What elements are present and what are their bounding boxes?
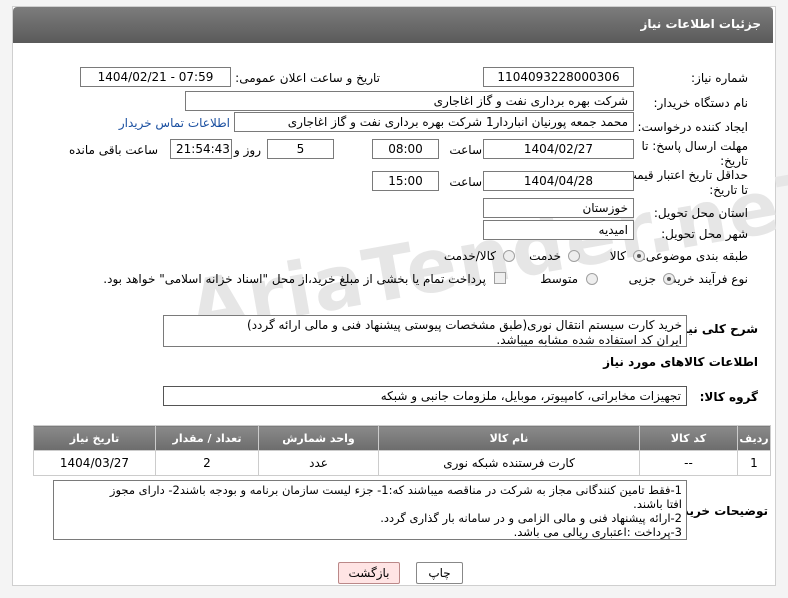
col-unit: واحد شمارش — [258, 425, 379, 451]
buyer-org-label: نام دستگاه خریدار: — [653, 96, 749, 110]
price-time-label: ساعت — [449, 175, 482, 189]
announce-date-label: تاریخ و ساعت اعلان عمومی: — [235, 71, 380, 85]
category-option-goods: کالا — [609, 249, 626, 263]
description-line-2: ایران کد استفاده شده مشابه میباشد. — [496, 333, 682, 347]
goods-table-header: ردیف کد کالا نام کالا واحد شمارش تعداد /… — [33, 425, 771, 451]
category-radio-service[interactable] — [568, 250, 580, 262]
buyer-notes-textarea[interactable]: 1-فقط تامین کنندگانی مجاز به شرکت در منا… — [53, 480, 687, 540]
reply-date-field: 1404/02/27 — [483, 139, 634, 159]
panel-title: جزئیات اطلاعات نیاز — [640, 17, 761, 31]
cell-quantity: 2 — [155, 450, 259, 476]
creator-label: ایجاد کننده درخواست: — [637, 120, 748, 134]
description-textarea[interactable]: خرید کارت سیستم انتقال نوری(طبق مشخصات پ… — [163, 315, 687, 347]
need-number-label: شماره نیاز: — [691, 71, 748, 85]
col-need-date: تاریخ نیاز — [33, 425, 156, 451]
buyer-notes-line-2: افتا باشند. — [633, 497, 682, 511]
buyer-org-field: شرکت بهره برداری نفت و گاز اغاجاری — [185, 91, 634, 111]
days-label: روز و — [234, 143, 261, 157]
cell-goods-code: -- — [639, 450, 738, 476]
price-time-field: 15:00 — [372, 171, 439, 191]
goods-table: ردیف کد کالا نام کالا واحد شمارش تعداد /… — [33, 425, 771, 476]
reply-time-field: 08:00 — [372, 139, 439, 159]
reply-deadline-label: مهلت ارسال پاسخ: تا تاریخ: — [641, 139, 748, 168]
creator-field: محمد جمعه پورنیان انباردار1 شرکت بهره بر… — [234, 112, 634, 132]
announce-date-field: 1404/02/21 - 07:59 — [80, 67, 231, 87]
panel-header: جزئیات اطلاعات نیاز — [13, 7, 773, 43]
col-quantity: تعداد / مقدار — [155, 425, 259, 451]
category-label: طبقه بندی موضوعی: — [641, 249, 748, 263]
table-row: 1 -- کارت فرستنده شبکه نوری عدد 2 1404/0… — [33, 450, 771, 476]
city-label: شهر محل تحویل: — [661, 227, 748, 241]
province-field: خوزستان — [483, 198, 634, 218]
reply-time-label: ساعت — [449, 143, 482, 157]
col-goods-code: کد کالا — [639, 425, 738, 451]
category-radio-goods-service[interactable] — [503, 250, 515, 262]
buyer-notes-line-1: 1-فقط تامین کنندگانی مجاز به شرکت در منا… — [109, 483, 682, 497]
treasury-note: پرداخت تمام یا بخشی از مبلغ خرید،از محل … — [103, 272, 486, 286]
buyer-contact-link[interactable]: اطلاعات تماس خریدار — [119, 116, 230, 130]
remaining-time-label: ساعت باقی مانده — [68, 143, 158, 157]
city-field: امیدیه — [483, 220, 634, 240]
cell-unit: عدد — [258, 450, 379, 476]
buyer-notes-line-4: 3-پرداخت :اعتباری ریالی می باشد. — [513, 525, 682, 539]
goods-section-title: اطلاعات کالاهای مورد نیاز — [603, 355, 758, 369]
process-label: نوع فرآیند خرید : — [663, 272, 748, 286]
price-validity-label: حداقل تاریخ اعتبار قیمت: تا تاریخ: — [621, 168, 748, 197]
goods-group-field: تجهیزات مخابراتی، کامپیوتر، موبایل، ملزو… — [163, 386, 687, 406]
treasury-checkbox[interactable] — [494, 272, 506, 284]
category-radio-goods[interactable] — [633, 250, 645, 262]
remaining-time-field: 21:54:43 — [170, 139, 232, 159]
cell-need-date: 1404/03/27 — [33, 450, 156, 476]
category-option-service: خدمت — [529, 249, 561, 263]
col-goods-name: نام کالا — [378, 425, 640, 451]
buyer-notes-line-3: 2-ارائه پیشنهاد فنی و مالی الزامی و در س… — [380, 511, 682, 525]
category-option-goods-service: کالا/خدمت — [443, 249, 496, 263]
cell-goods-name: کارت فرستنده شبکه نوری — [378, 450, 640, 476]
process-option-minor: جزیی — [628, 272, 656, 286]
description-line-1: خرید کارت سیستم انتقال نوری(طبق مشخصات پ… — [247, 318, 682, 332]
process-radio-minor[interactable] — [663, 273, 675, 285]
need-number-field: 1104093228000306 — [483, 67, 634, 87]
goods-group-label: گروه کالا: — [699, 390, 758, 404]
price-date-field: 1404/04/28 — [483, 171, 634, 191]
print-button[interactable]: چاپ — [416, 562, 463, 584]
province-label: استان محل تحویل: — [653, 206, 748, 220]
process-option-medium: متوسط — [540, 272, 578, 286]
col-row-number: ردیف — [737, 425, 771, 451]
cell-row-number: 1 — [737, 450, 771, 476]
remaining-days-field: 5 — [267, 139, 334, 159]
back-button[interactable]: بازگشت — [338, 562, 400, 584]
process-radio-medium[interactable] — [586, 273, 598, 285]
